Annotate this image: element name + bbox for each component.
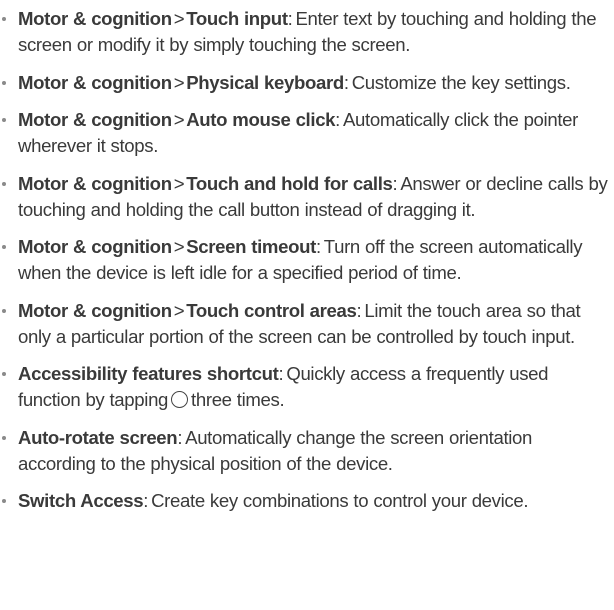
item-section: Motor & cognition: [18, 71, 172, 93]
bullet-icon: [2, 17, 6, 21]
accessibility-settings-list: Motor & cognition > Touch input: Enter text…: [0, 6, 608, 514]
item-colon: :: [392, 172, 398, 194]
path-separator: >: [173, 8, 185, 29]
bullet-icon: [2, 499, 6, 503]
item-section: Motor & cognition: [18, 8, 172, 29]
item-title: Auto-rotate screen: [18, 426, 178, 448]
item-title: Touch and hold for calls: [186, 172, 393, 194]
item-section: Motor & cognition: [18, 299, 172, 321]
item-description-end: three times.: [191, 389, 285, 410]
item-title: Touch control areas: [186, 299, 357, 321]
bullet-icon: [2, 118, 6, 122]
list-item-accessibility-features-shortcut: Accessibility features shortcut: Quickly …: [0, 361, 608, 413]
path-separator: >: [173, 299, 185, 321]
list-item-touch-control-areas: Motor & cognition > Touch control areas: Li…: [0, 298, 608, 350]
path-separator: >: [173, 172, 185, 194]
path-separator: >: [173, 71, 185, 93]
bullet-icon: [2, 245, 6, 249]
list-item-switch-access: Switch Access: Create key combinations to…: [0, 488, 608, 514]
list-item-physical-keyboard: Motor & cognition > Physical keyboard: Cust…: [0, 70, 608, 96]
item-description: Customize the key settings.: [351, 71, 571, 93]
item-colon: :: [278, 363, 284, 384]
item-colon: :: [335, 109, 340, 130]
item-description: Create key combinations to control your …: [151, 490, 529, 511]
list-item-auto-mouse-click: Motor & cognition > Auto mouse click: Autom…: [0, 107, 608, 159]
item-colon: :: [356, 299, 362, 321]
item-section: Motor & cognition: [18, 236, 172, 257]
item-title: Physical keyboard: [186, 71, 344, 93]
bullet-icon: [2, 435, 6, 440]
list-item-auto-rotate-screen: Auto-rotate screen: Automatically change …: [0, 425, 608, 477]
item-colon: :: [343, 71, 349, 93]
home-button-icon: [171, 391, 189, 408]
item-title: Screen timeout: [186, 236, 316, 257]
item-colon: :: [177, 426, 183, 448]
item-colon: :: [143, 490, 149, 511]
item-title: Accessibility features shortcut: [18, 363, 279, 384]
bullet-icon: [2, 308, 6, 313]
list-item-touch-input: Motor & cognition > Touch input: Enter text…: [0, 6, 608, 58]
item-section: Motor & cognition: [18, 172, 172, 194]
item-section: Motor & cognition: [18, 109, 172, 130]
item-title: Touch input: [186, 8, 288, 29]
item-title: Auto mouse click: [186, 109, 336, 130]
item-title: Switch Access: [18, 490, 144, 511]
list-item-screen-timeout: Motor & cognition > Screen timeout: Turn of…: [0, 234, 608, 286]
bullet-icon: [2, 80, 6, 85]
path-separator: >: [173, 236, 185, 257]
document-page: Motor & cognition > Touch input: Enter text…: [0, 0, 614, 610]
item-colon: :: [287, 8, 293, 29]
path-separator: >: [173, 109, 185, 130]
list-item-touch-and-hold-for-calls: Motor & cognition > Touch and hold for cal…: [0, 171, 608, 223]
bullet-icon: [2, 181, 6, 186]
item-colon: :: [315, 236, 321, 257]
bullet-icon: [2, 372, 6, 376]
